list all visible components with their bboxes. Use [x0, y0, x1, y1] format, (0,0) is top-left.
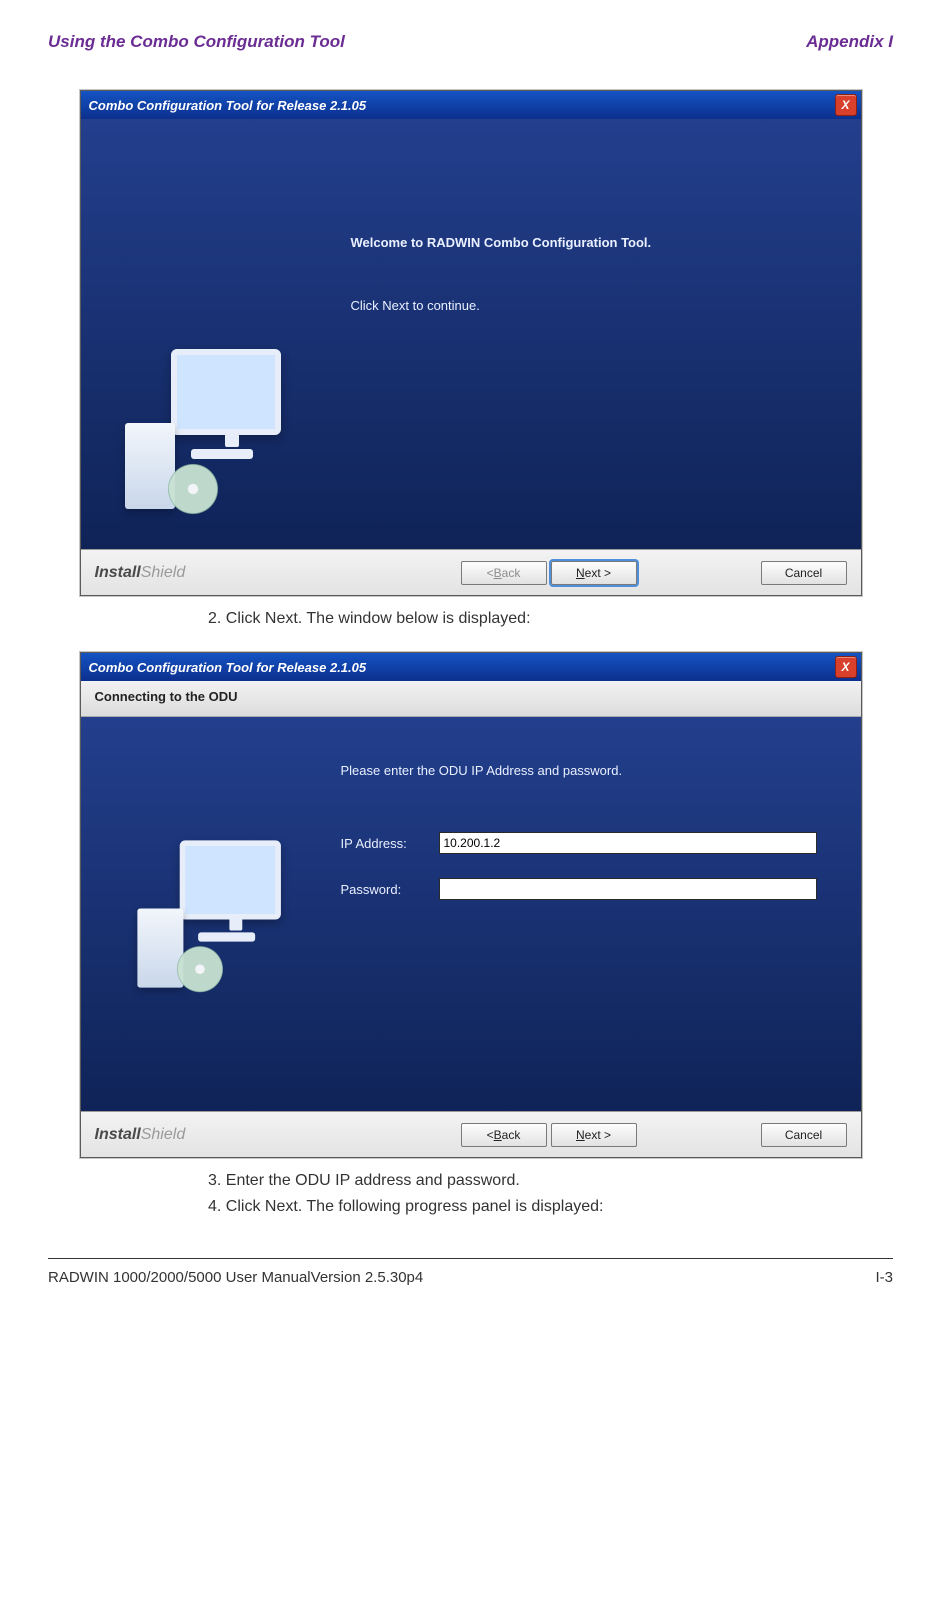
- monitor-icon: [179, 840, 280, 919]
- footer-right: I-3: [875, 1269, 893, 1286]
- window-title: Combo Configuration Tool for Release 2.1…: [89, 98, 367, 113]
- cd-icon: [165, 461, 221, 517]
- cd-icon: [174, 943, 226, 995]
- back-button: < Back: [461, 561, 547, 585]
- window-title: Combo Configuration Tool for Release 2.1…: [89, 660, 367, 675]
- close-icon[interactable]: X: [835, 656, 857, 678]
- welcome-heading: Welcome to RADWIN Combo Configuration To…: [351, 235, 825, 250]
- wizard-welcome: Combo Configuration Tool for Release 2.1…: [80, 90, 862, 596]
- titlebar: Combo Configuration Tool for Release 2.1…: [81, 653, 861, 681]
- titlebar: Combo Configuration Tool for Release 2.1…: [81, 91, 861, 119]
- next-button[interactable]: Next >: [551, 561, 637, 585]
- cancel-button[interactable]: Cancel: [761, 1123, 847, 1147]
- password-label: Password:: [341, 882, 439, 897]
- close-icon[interactable]: X: [835, 94, 857, 116]
- wizard-subheading: Connecting to the ODU: [81, 681, 861, 717]
- welcome-subtext: Click Next to continue.: [351, 298, 825, 313]
- ip-label: IP Address:: [341, 836, 439, 851]
- footer-left: RADWIN 1000/2000/5000 User ManualVersion…: [48, 1269, 423, 1286]
- wizard-footer: InstallShield < Back Next > Cancel: [81, 549, 861, 595]
- installshield-logo: InstallShield: [95, 564, 186, 582]
- monitor-icon: [171, 349, 281, 435]
- header-right: Appendix I: [806, 32, 893, 52]
- next-button[interactable]: Next >: [551, 1123, 637, 1147]
- connect-prompt: Please enter the ODU IP Address and pass…: [341, 763, 817, 778]
- cancel-button[interactable]: Cancel: [761, 561, 847, 585]
- wizard-illustration: [81, 119, 329, 549]
- step-4-text: 4. Click Next. The following progress pa…: [208, 1198, 893, 1216]
- back-button[interactable]: < Back: [461, 1123, 547, 1147]
- wizard-footer: InstallShield < Back Next > Cancel: [81, 1111, 861, 1157]
- wizard-connect: Combo Configuration Tool for Release 2.1…: [80, 652, 862, 1158]
- password-input[interactable]: [439, 878, 817, 900]
- step-2-text: 2. Click Next. The window below is displ…: [208, 610, 893, 628]
- header-left: Using the Combo Configuration Tool: [48, 32, 345, 52]
- wizard-illustration: [81, 717, 341, 1111]
- installshield-logo: InstallShield: [95, 1126, 186, 1144]
- step-3-text: 3. Enter the ODU IP address and password…: [208, 1172, 893, 1190]
- ip-input[interactable]: [439, 832, 817, 854]
